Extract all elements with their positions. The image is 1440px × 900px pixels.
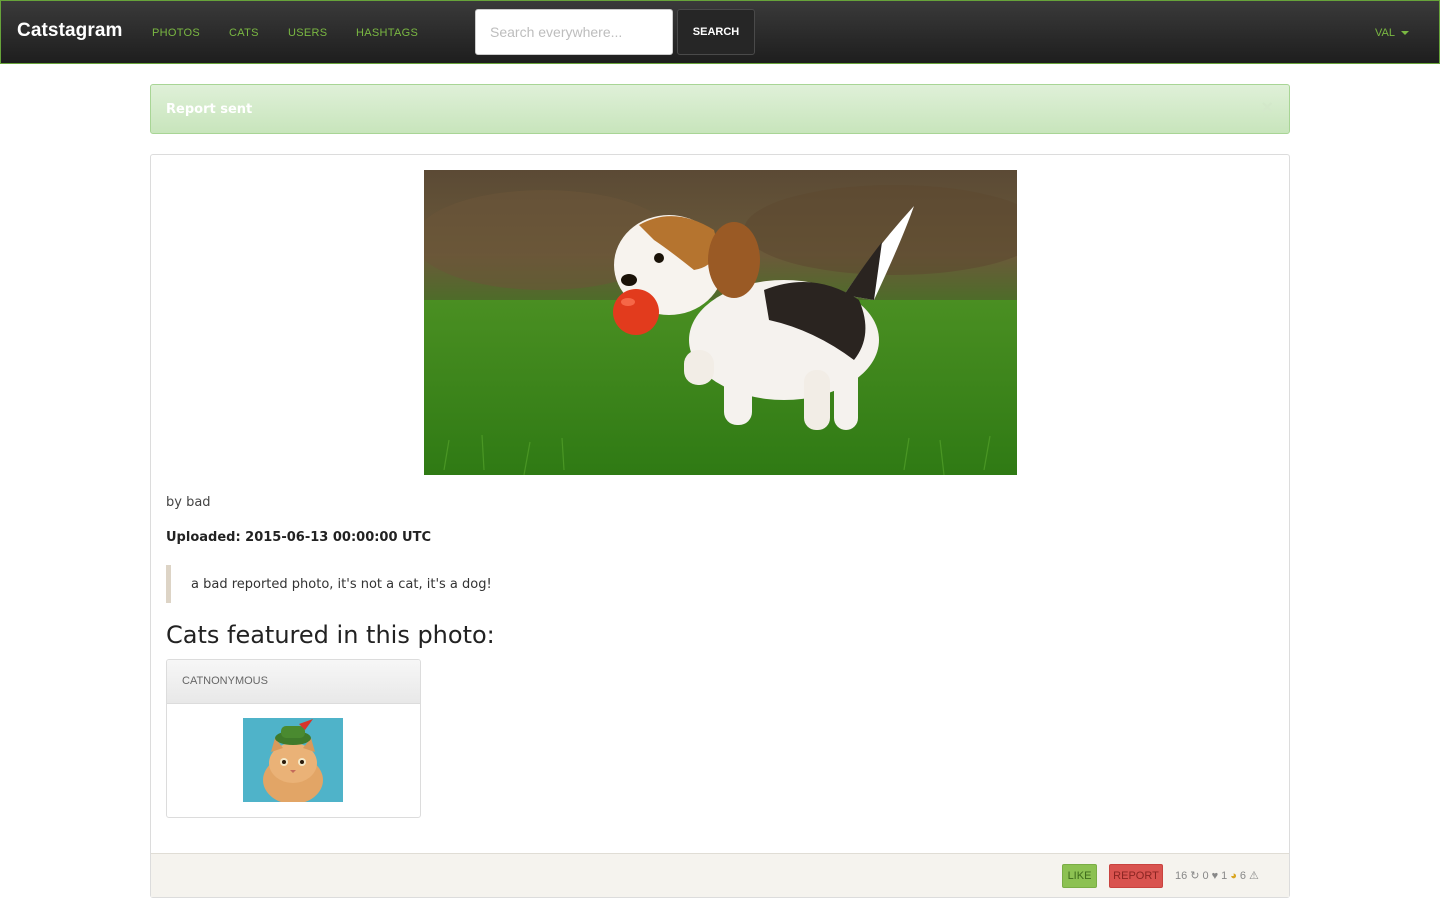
photo-panel: by bad Uploaded: 2015-06-13 00:00:00 UTC… — [150, 154, 1290, 898]
caret-down-icon — [1401, 31, 1409, 35]
reports-count: 6 — [1239, 869, 1247, 882]
alert-message: Report sent — [166, 102, 253, 117]
warning-icon: ⚠ — [1249, 870, 1259, 882]
nav-link-photos[interactable]: PHOTOS — [152, 27, 200, 39]
nav-link-users[interactable]: USERS — [288, 27, 327, 39]
likes-count: 0 — [1202, 869, 1209, 882]
close-icon[interactable]: × — [1261, 98, 1273, 118]
brand-logo[interactable]: Catstagram — [17, 20, 123, 42]
photo-stats: 16 ↻ 0 ♥ 1 ◕ 6 ⚠ — [1175, 869, 1259, 883]
cat-icon: ◕ — [1230, 869, 1237, 882]
search-input[interactable] — [475, 9, 673, 55]
report-button[interactable]: REPORT — [1109, 864, 1163, 888]
photo-description-text: a bad reported photo, it's not a cat, it… — [191, 576, 492, 592]
nav-link-hashtags[interactable]: HASHTAGS — [356, 27, 418, 39]
nav-link-cats[interactable]: CATS — [229, 27, 259, 39]
photo-author: by bad — [166, 495, 211, 510]
cat-card-name[interactable]: CATNONYMOUS — [167, 660, 420, 704]
photo-description: a bad reported photo, it's not a cat, it… — [166, 565, 666, 603]
heart-icon: ♥ — [1211, 869, 1219, 882]
success-alert: Report sent × — [150, 84, 1290, 134]
navbar: Catstagram PHOTOS CATS USERS HASHTAGS SE… — [0, 0, 1440, 64]
panel-footer: LIKE REPORT 16 ↻ 0 ♥ 1 ◕ 6 ⚠ — [151, 853, 1289, 897]
featured-cats-heading: Cats featured in this photo: — [166, 621, 495, 649]
cat-thumbnail[interactable] — [243, 718, 343, 802]
photo-image — [424, 170, 1017, 475]
photo-upload-date: Uploaded: 2015-06-13 00:00:00 UTC — [166, 530, 432, 545]
like-button[interactable]: LIKE — [1062, 864, 1097, 888]
repost-icon: ↻ — [1190, 870, 1200, 882]
user-menu-label: VAL — [1375, 27, 1395, 39]
cat-card[interactable]: CATNONYMOUS — [166, 659, 421, 818]
search-button[interactable]: SEARCH — [677, 9, 755, 55]
user-menu[interactable]: VAL — [1375, 27, 1409, 39]
reposts-count: 16 — [1175, 869, 1188, 882]
cats-count: 1 — [1221, 869, 1228, 882]
